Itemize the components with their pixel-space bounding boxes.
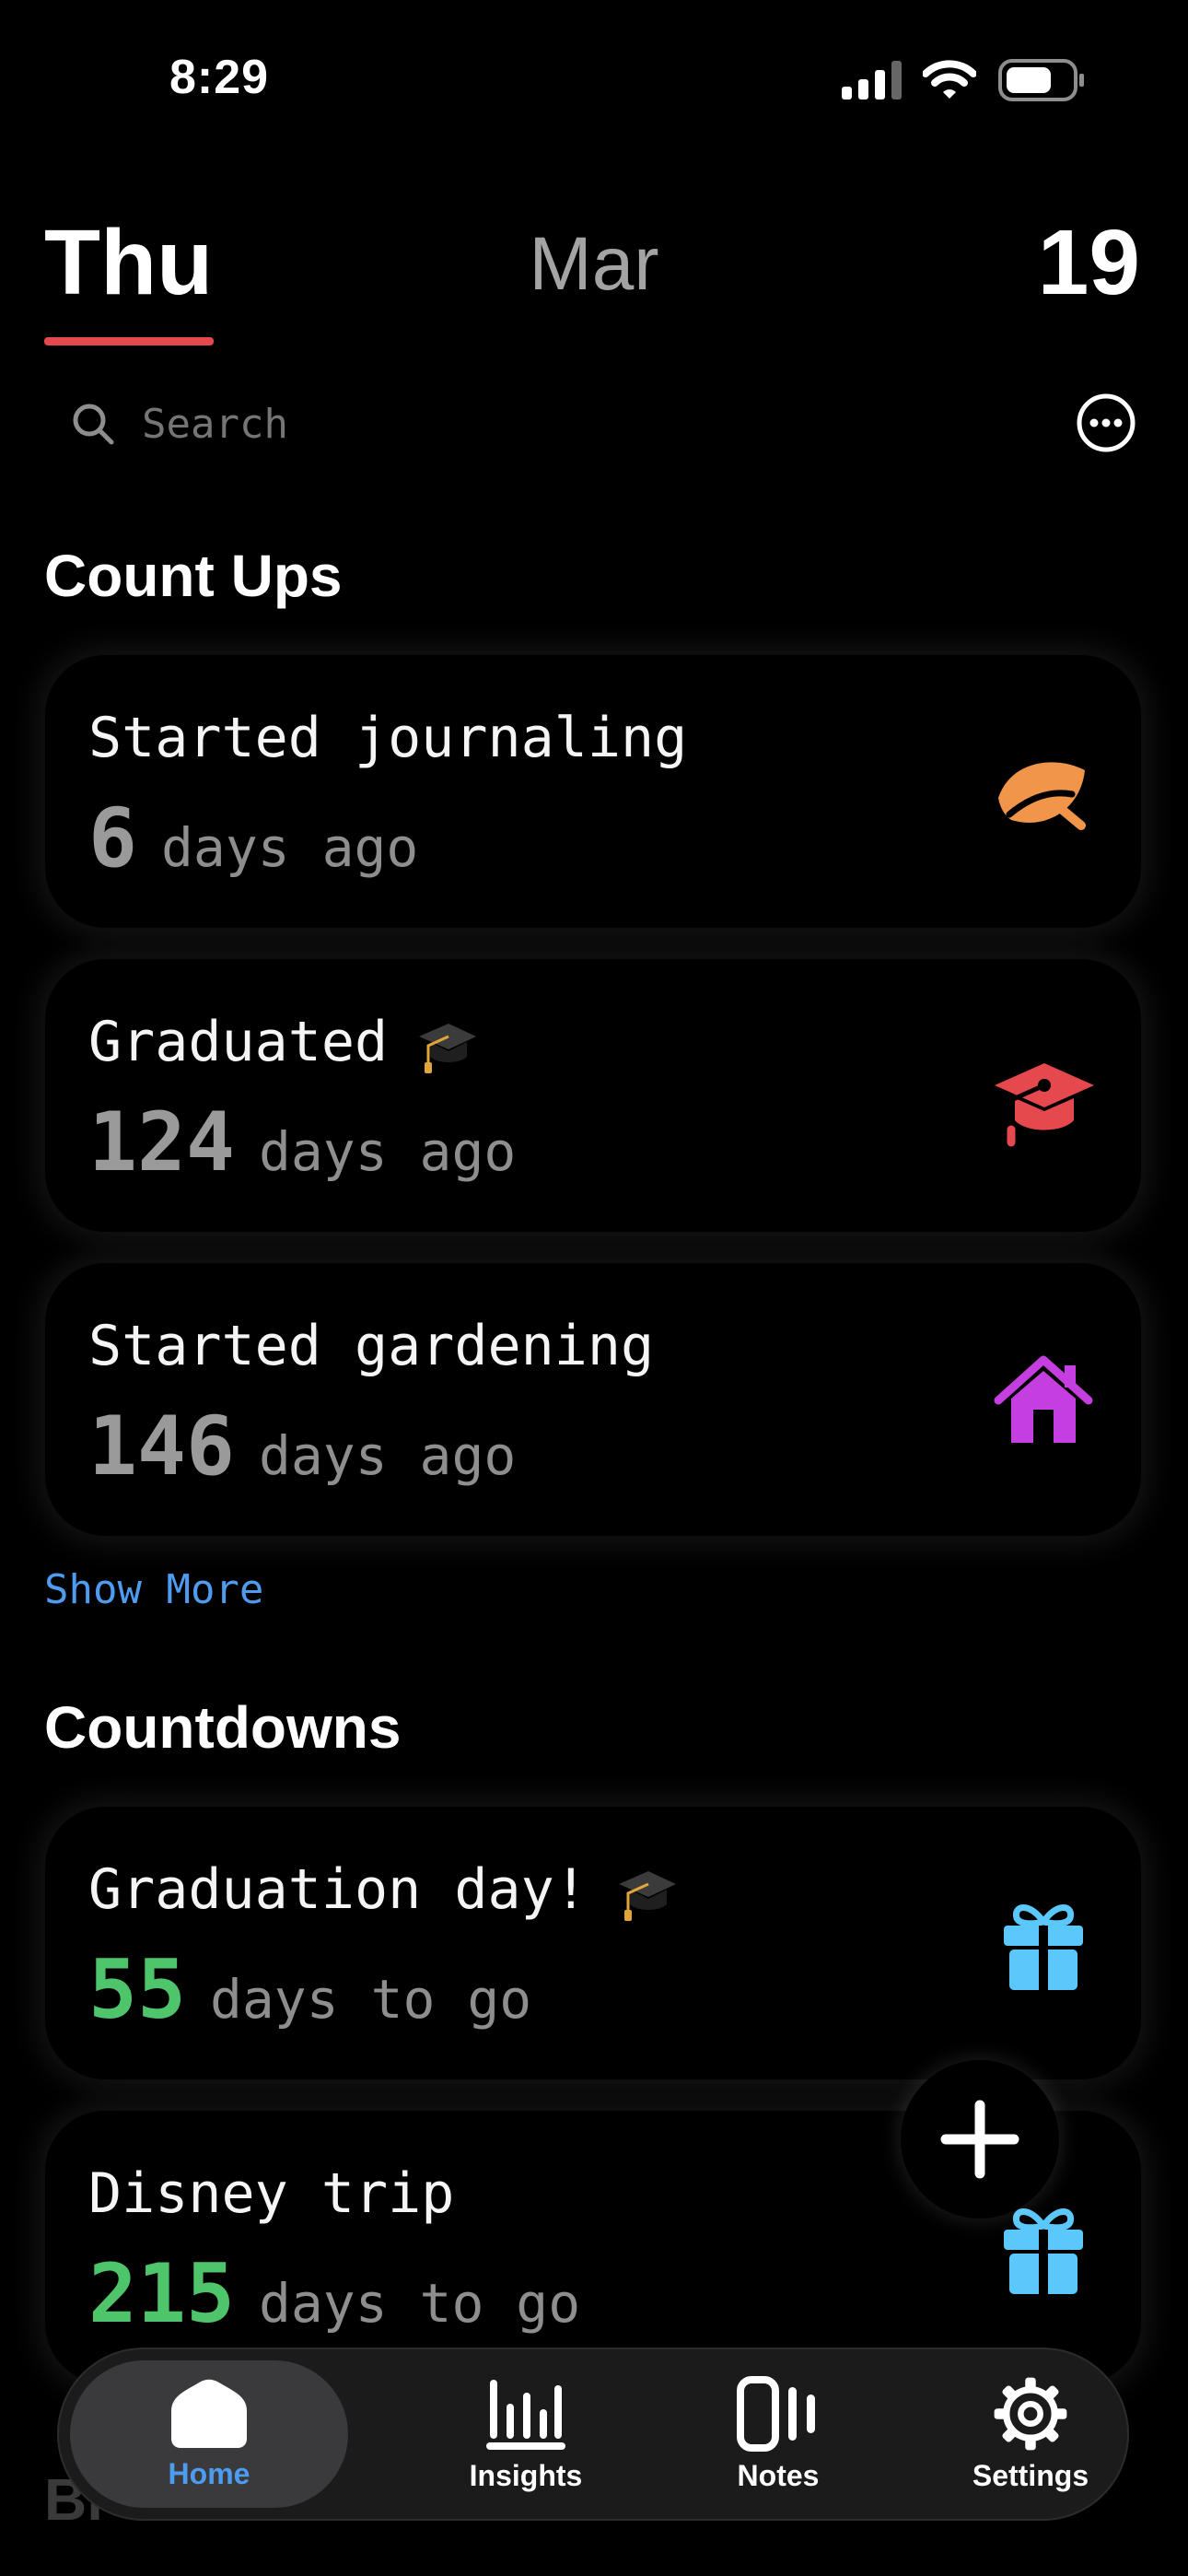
- notes-icon: [737, 2375, 815, 2452]
- card-title: Graduation day!: [88, 1857, 588, 1922]
- graduation-cap-icon: [995, 1063, 1094, 1147]
- card-title: Graduated: [88, 1010, 389, 1074]
- card-title: Disney trip: [88, 2161, 455, 2226]
- selected-tab-indicator: [44, 337, 214, 345]
- search-bar[interactable]: [70, 392, 696, 456]
- battery-icon: [998, 59, 1084, 101]
- graduation-cap-emoji: [618, 1871, 676, 1922]
- tab-label: Insights: [469, 2458, 583, 2492]
- show-more-link[interactable]: Show More: [44, 1566, 263, 1613]
- month-tab[interactable]: Mar: [0, 221, 1188, 308]
- card-number: 124: [88, 1095, 235, 1189]
- bar-chart-icon: [486, 2379, 565, 2450]
- leaf-icon: [998, 762, 1086, 830]
- tab-notes[interactable]: Notes: [645, 2349, 912, 2519]
- card-title: Started gardening: [88, 1314, 655, 1378]
- gift-icon: [1004, 1904, 1083, 1990]
- card-number: 146: [88, 1399, 235, 1493]
- tab-label: Notes: [737, 2458, 820, 2492]
- add-button[interactable]: [901, 2060, 1059, 2219]
- tab-home[interactable]: Home: [70, 2360, 348, 2508]
- card-unit: days to go: [209, 1968, 532, 2031]
- status-time: 8:29: [169, 51, 270, 104]
- card-number: 55: [88, 1942, 186, 2037]
- graduation-cap-emoji: [419, 1024, 477, 1074]
- tab-label: Settings: [972, 2458, 1089, 2492]
- section-title-countdowns: Countdowns: [44, 1694, 402, 1761]
- card-unit: days ago: [258, 1424, 517, 1487]
- home-icon: [171, 2379, 247, 2448]
- count-up-card[interactable]: Started gardening 146 days ago: [44, 1262, 1142, 1537]
- tab-settings[interactable]: Settings: [897, 2349, 1164, 2519]
- gift-icon: [1004, 2208, 1083, 2294]
- house-icon: [994, 1355, 1093, 1443]
- countdown-card[interactable]: Graduation day! 55 days to go: [44, 1806, 1142, 2080]
- card-title: Started journaling: [88, 706, 688, 770]
- search-input[interactable]: [140, 399, 696, 449]
- card-number: 6: [88, 790, 137, 885]
- gear-icon: [994, 2377, 1067, 2450]
- card-unit: days ago: [160, 816, 419, 879]
- card-unit: days to go: [258, 2272, 581, 2335]
- tab-label: Home: [168, 2456, 250, 2490]
- tab-bar: Home Insights Notes Settings: [59, 2349, 1127, 2519]
- count-up-card[interactable]: Started journaling 6 days ago: [44, 654, 1142, 929]
- count-up-card[interactable]: Graduated 124 days ago: [44, 958, 1142, 1233]
- card-number: 215: [88, 2246, 235, 2341]
- card-unit: days ago: [258, 1120, 517, 1183]
- plus-icon: [940, 2100, 1019, 2179]
- date-tab[interactable]: 19: [1038, 210, 1140, 316]
- search-icon: [73, 404, 114, 445]
- tab-insights[interactable]: Insights: [392, 2349, 659, 2519]
- wifi-icon: [923, 60, 976, 99]
- section-title-count-ups: Count Ups: [44, 543, 343, 609]
- cellular-signal-icon: [842, 61, 902, 100]
- more-options-icon[interactable]: [1076, 392, 1136, 453]
